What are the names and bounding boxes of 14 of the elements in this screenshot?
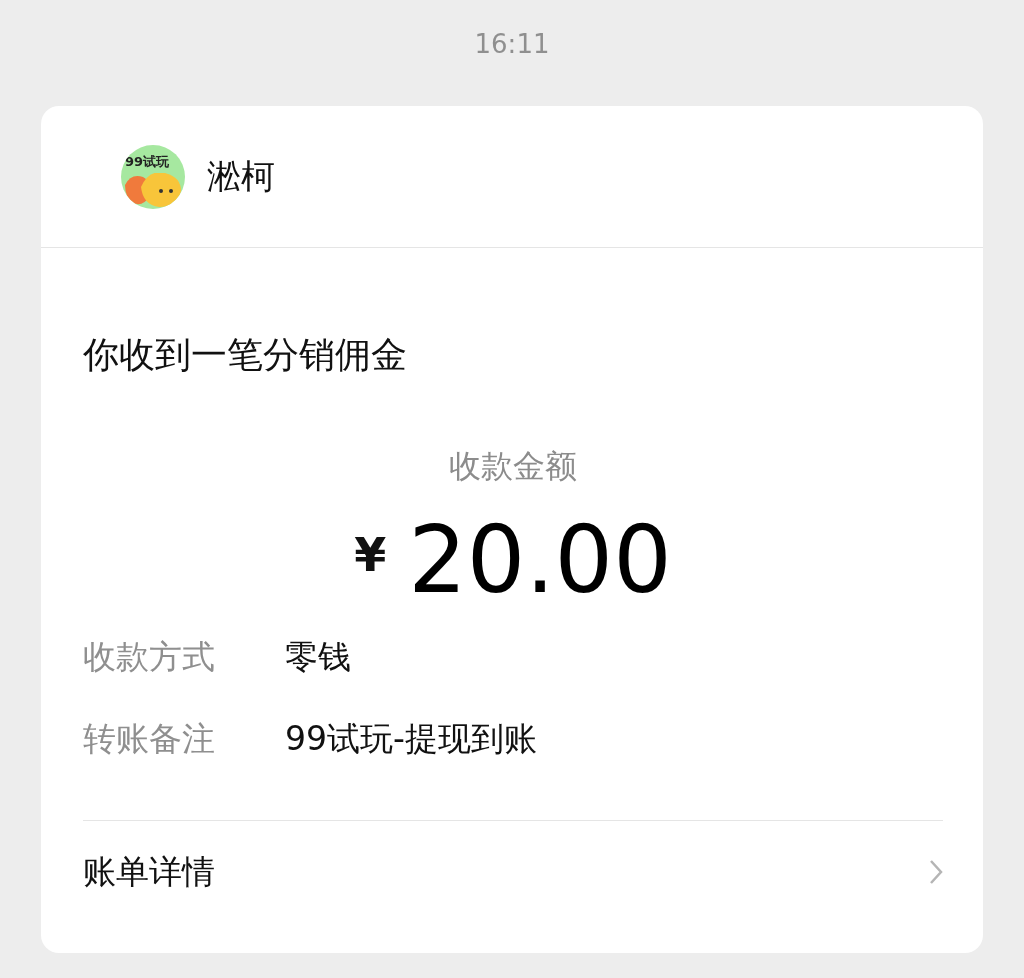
- detail-value: 99试玩-提现到账: [285, 717, 537, 760]
- message-title: 你收到一笔分销佣金: [83, 333, 408, 377]
- message-time: 16:11: [473, 28, 551, 61]
- detail-label: 收款方式: [83, 635, 216, 678]
- currency-symbol: ¥: [354, 528, 387, 582]
- detail-label: 转账备注: [83, 717, 216, 760]
- chevron-icon: [929, 859, 943, 885]
- avatar-label: 99试玩: [125, 152, 170, 171]
- avatar-drawing: [125, 172, 181, 207]
- detail-value: 零钱: [285, 635, 351, 678]
- sender-name: 淞柯: [207, 154, 275, 198]
- bill-details-link[interactable]: 账单详情: [83, 820, 943, 923]
- amount-value: 20.00: [408, 506, 672, 616]
- amount-label: 收款金额: [448, 446, 578, 487]
